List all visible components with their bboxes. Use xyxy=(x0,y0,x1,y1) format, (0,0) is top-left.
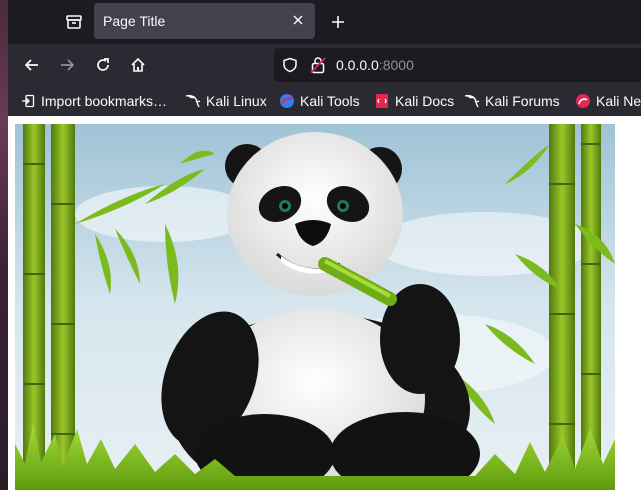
bookmark-kali-linux[interactable]: Kali Linux xyxy=(185,91,267,111)
desktop-background-strip xyxy=(0,0,8,490)
panda-illustration xyxy=(15,124,615,490)
panda-image xyxy=(15,124,615,490)
close-icon xyxy=(293,15,303,25)
kali-dragon-icon xyxy=(185,93,201,109)
home-icon xyxy=(131,57,145,72)
tab-bar: Page Title xyxy=(8,0,641,44)
tab-list-button[interactable] xyxy=(58,8,90,36)
plus-icon xyxy=(332,16,344,28)
kali-tools-icon xyxy=(279,93,295,109)
bookmark-import[interactable]: Import bookmarks… xyxy=(20,91,167,111)
tab-close-button[interactable] xyxy=(291,13,305,27)
bookmark-kali-forums[interactable]: Kali Forums xyxy=(464,91,560,111)
import-icon xyxy=(20,93,36,109)
url-host: 0.0.0.0 xyxy=(336,57,379,73)
back-button[interactable] xyxy=(18,52,46,78)
kali-docs-icon xyxy=(374,93,390,109)
bookmark-kali-nethunter[interactable]: Kali Ne xyxy=(575,91,641,111)
bookmarks-toolbar: Import bookmarks… Kali Linux Kali Tools … xyxy=(8,86,641,116)
bookmark-label: Kali Ne xyxy=(596,93,641,109)
tab-active[interactable]: Page Title xyxy=(94,3,315,39)
url-text: 0.0.0.0:8000 xyxy=(336,57,414,73)
insecure-lock-icon[interactable] xyxy=(310,56,326,74)
bookmark-label: Import bookmarks… xyxy=(41,93,168,109)
navigation-toolbar: 0.0.0.0:8000 xyxy=(8,44,641,86)
kali-dragon-icon xyxy=(464,93,480,109)
home-button[interactable] xyxy=(124,52,152,78)
reload-icon xyxy=(97,58,109,71)
bookmark-kali-docs[interactable]: Kali Docs xyxy=(374,91,454,111)
tab-title: Page Title xyxy=(103,13,166,29)
tab-list-icon xyxy=(66,15,82,29)
kali-nethunter-icon xyxy=(575,93,591,109)
back-arrow-icon xyxy=(24,59,38,71)
bookmark-label: Kali Forums xyxy=(485,93,560,109)
new-tab-button[interactable] xyxy=(324,8,352,36)
reload-button[interactable] xyxy=(89,52,117,78)
bookmark-label: Kali Tools xyxy=(300,93,360,109)
bookmark-label: Kali Docs xyxy=(395,93,455,109)
bookmark-kali-tools[interactable]: Kali Tools xyxy=(279,91,360,111)
bookmark-label: Kali Linux xyxy=(206,93,267,109)
shield-icon[interactable] xyxy=(282,57,298,73)
page-content xyxy=(8,116,641,490)
url-port: :8000 xyxy=(378,57,414,73)
url-bar[interactable]: 0.0.0.0:8000 xyxy=(274,48,641,82)
forward-button[interactable] xyxy=(53,52,81,78)
forward-arrow-icon xyxy=(61,59,75,71)
